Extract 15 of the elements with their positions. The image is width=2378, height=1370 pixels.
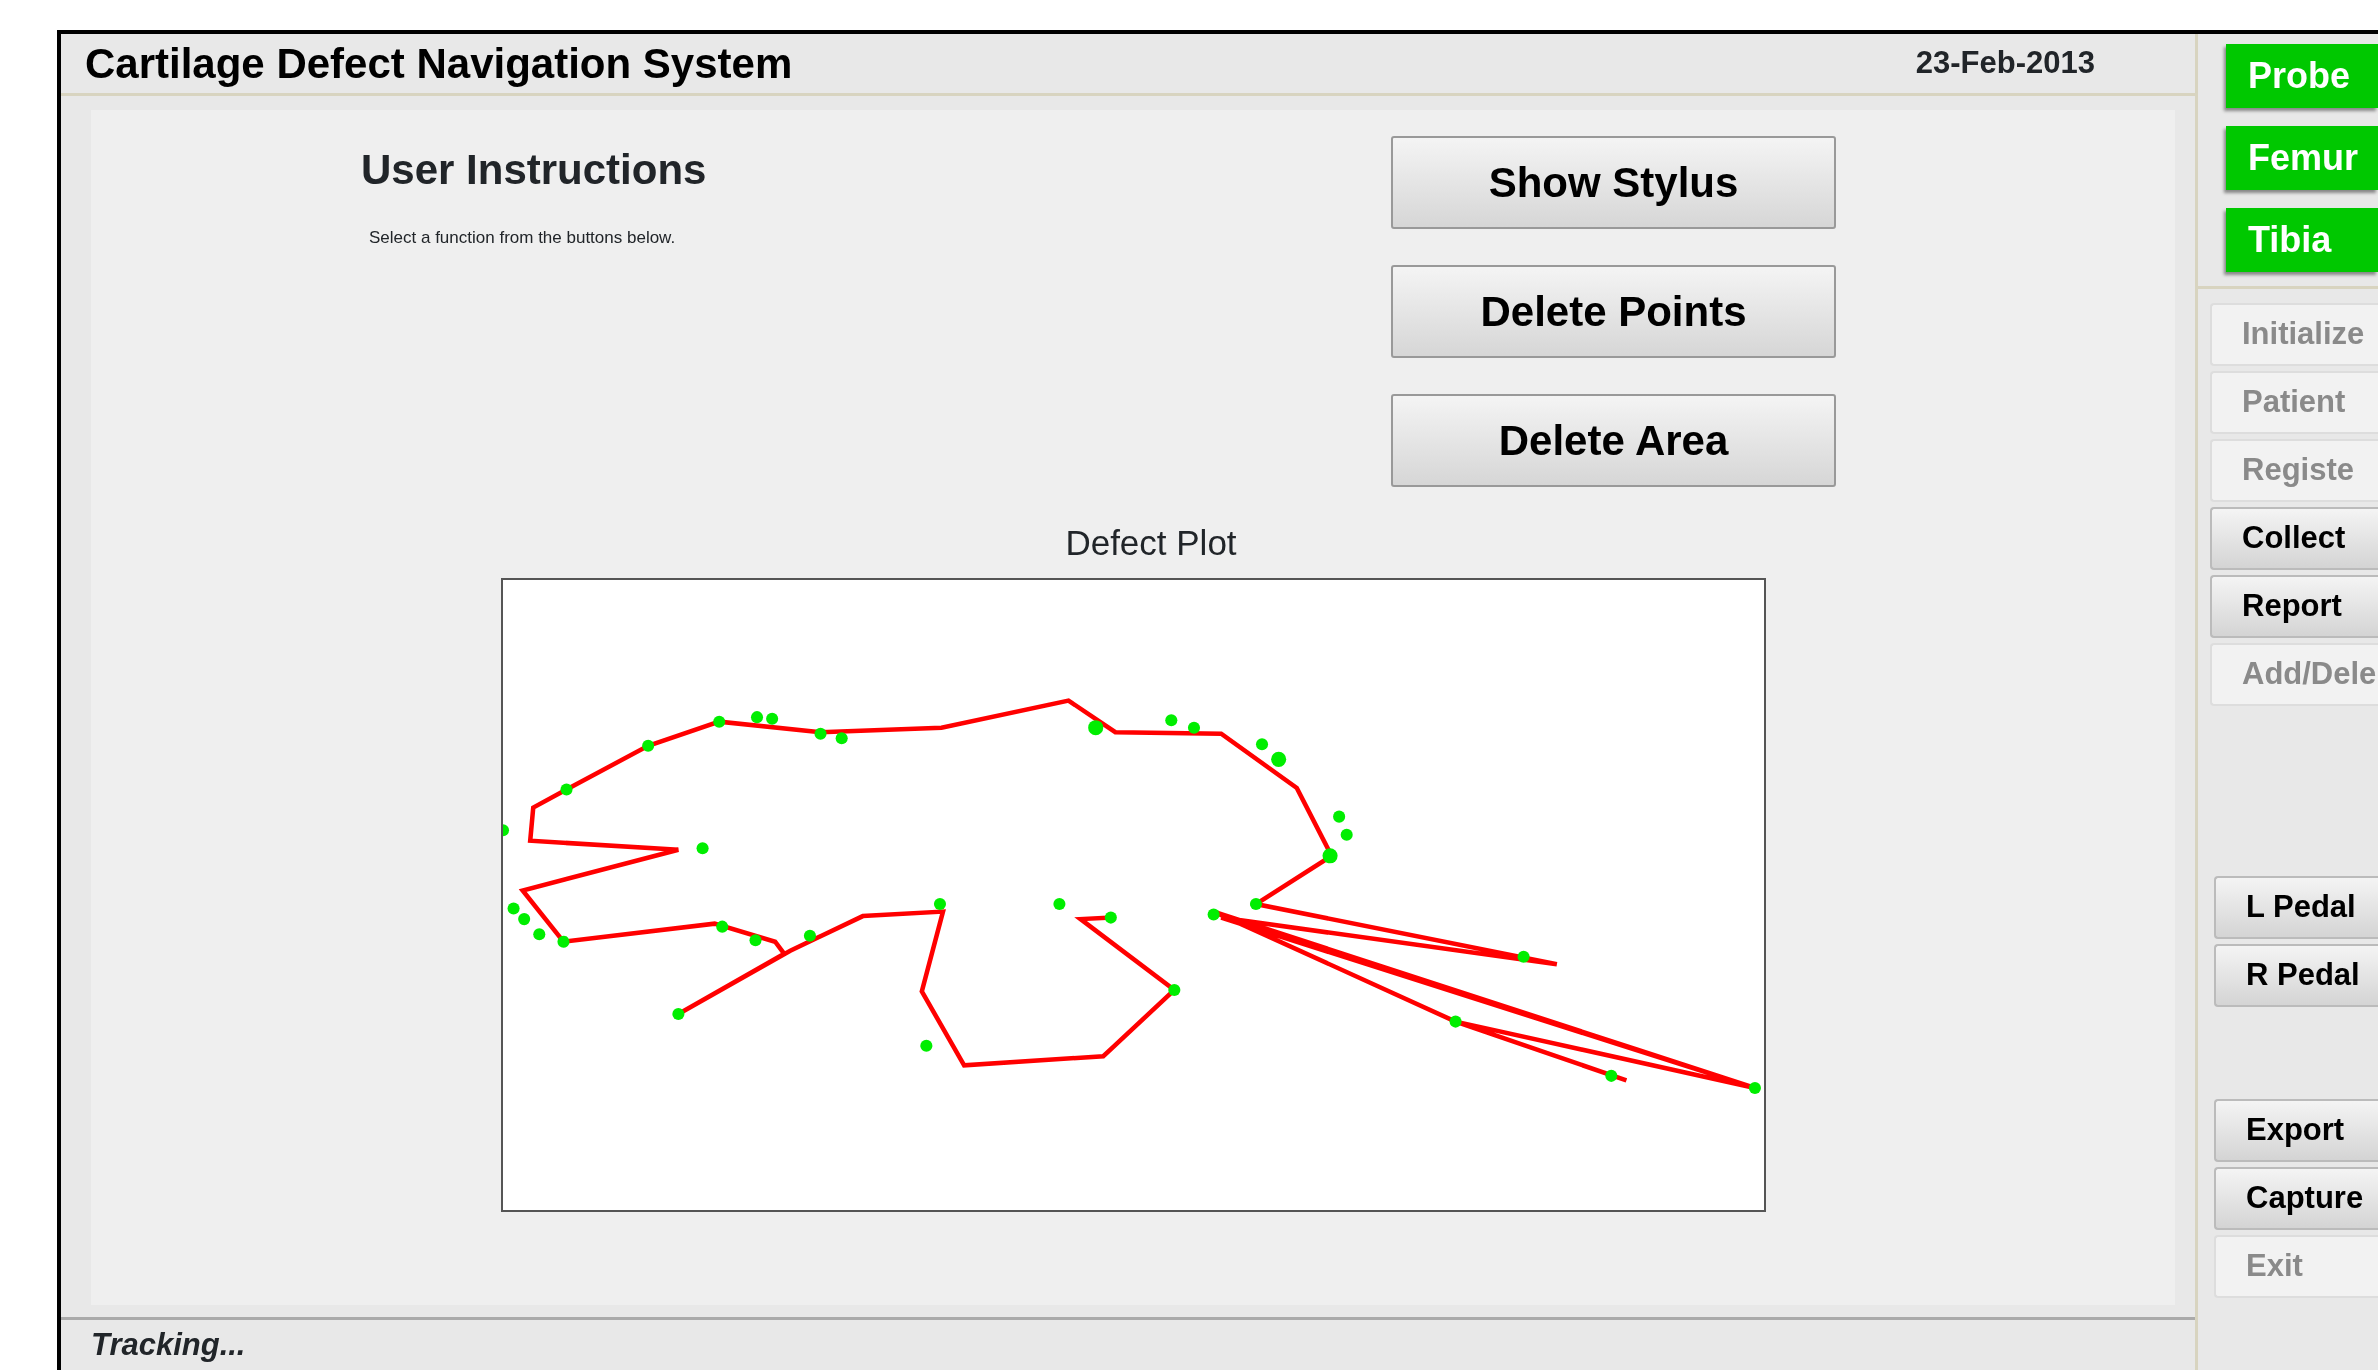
action-button[interactable]: Delete Area [1391,394,1836,487]
status-text: Tracking... [91,1325,246,1364]
instructions-text: Select a function from the buttons below. [369,227,677,249]
date-label: 23-Feb-2013 [1915,44,2095,83]
side-button[interactable]: L Pedal [2214,876,2378,939]
side-button[interactable]: Collect [2210,507,2378,570]
side-button[interactable]: Capture [2214,1167,2378,1230]
action-button[interactable]: Delete Points [1391,265,1836,358]
side-button[interactable]: Export [2214,1099,2378,1162]
app-title: Cartilage Defect Navigation System [85,39,793,89]
side-button[interactable]: Report [2210,575,2378,638]
plot-title: Defect Plot [1064,522,1238,564]
instructions-heading: User Instructions [361,145,708,195]
side-button[interactable]: R Pedal [2214,944,2378,1007]
action-button[interactable]: Show Stylus [1391,136,1836,229]
